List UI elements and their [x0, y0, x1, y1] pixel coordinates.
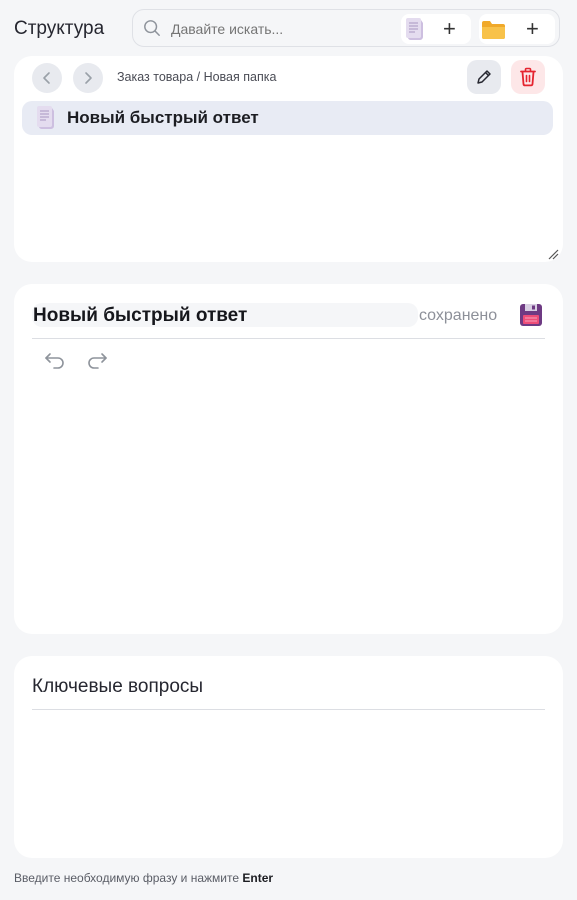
chevron-left-icon [43, 72, 50, 84]
search-icon [144, 20, 160, 36]
save-icon[interactable] [519, 303, 543, 327]
key-questions-panel: Ключевые вопросы [14, 656, 563, 858]
key-questions-input-area[interactable] [32, 714, 545, 844]
redo-icon[interactable] [86, 350, 108, 370]
search-bar: + + [132, 9, 560, 47]
search-input[interactable] [171, 19, 391, 39]
hint-text: Введите необходимую фразу и нажмите [14, 871, 240, 885]
chevron-right-icon [85, 72, 92, 84]
add-document-button[interactable]: + [401, 14, 471, 44]
undo-icon[interactable] [44, 350, 66, 370]
back-button[interactable] [32, 63, 62, 93]
trash-icon [520, 67, 536, 87]
forward-button[interactable] [73, 63, 103, 93]
tree-item[interactable]: Новый быстрый ответ [22, 101, 553, 135]
delete-button[interactable] [511, 60, 545, 94]
page-title: Структура [14, 18, 105, 39]
key-questions-title: Ключевые вопросы [32, 676, 204, 697]
footer-hint: Введите необходимую фразу и нажмите Ente… [14, 871, 273, 885]
edit-button[interactable] [467, 60, 501, 94]
divider [32, 709, 545, 710]
structure-panel: Заказ товара / Новая папка Новый быстрый… [14, 56, 563, 262]
breadcrumb: Заказ товара / Новая папка [117, 70, 277, 84]
resize-handle-icon[interactable] [547, 248, 559, 260]
plus-icon: + [443, 16, 456, 41]
folder-icon [482, 21, 505, 39]
tree-item-label: Новый быстрый ответ [67, 108, 259, 127]
add-folder-button[interactable]: + [479, 14, 555, 44]
hint-key: Enter [242, 871, 274, 885]
answer-title[interactable]: Новый быстрый ответ [33, 305, 247, 327]
save-status: сохранено [419, 307, 498, 324]
document-icon [406, 18, 423, 41]
document-icon [37, 106, 54, 130]
editor-panel: Новый быстрый ответ сохранено [14, 284, 563, 634]
divider [32, 338, 545, 339]
plus-icon: + [526, 16, 539, 41]
pencil-icon [477, 70, 491, 84]
